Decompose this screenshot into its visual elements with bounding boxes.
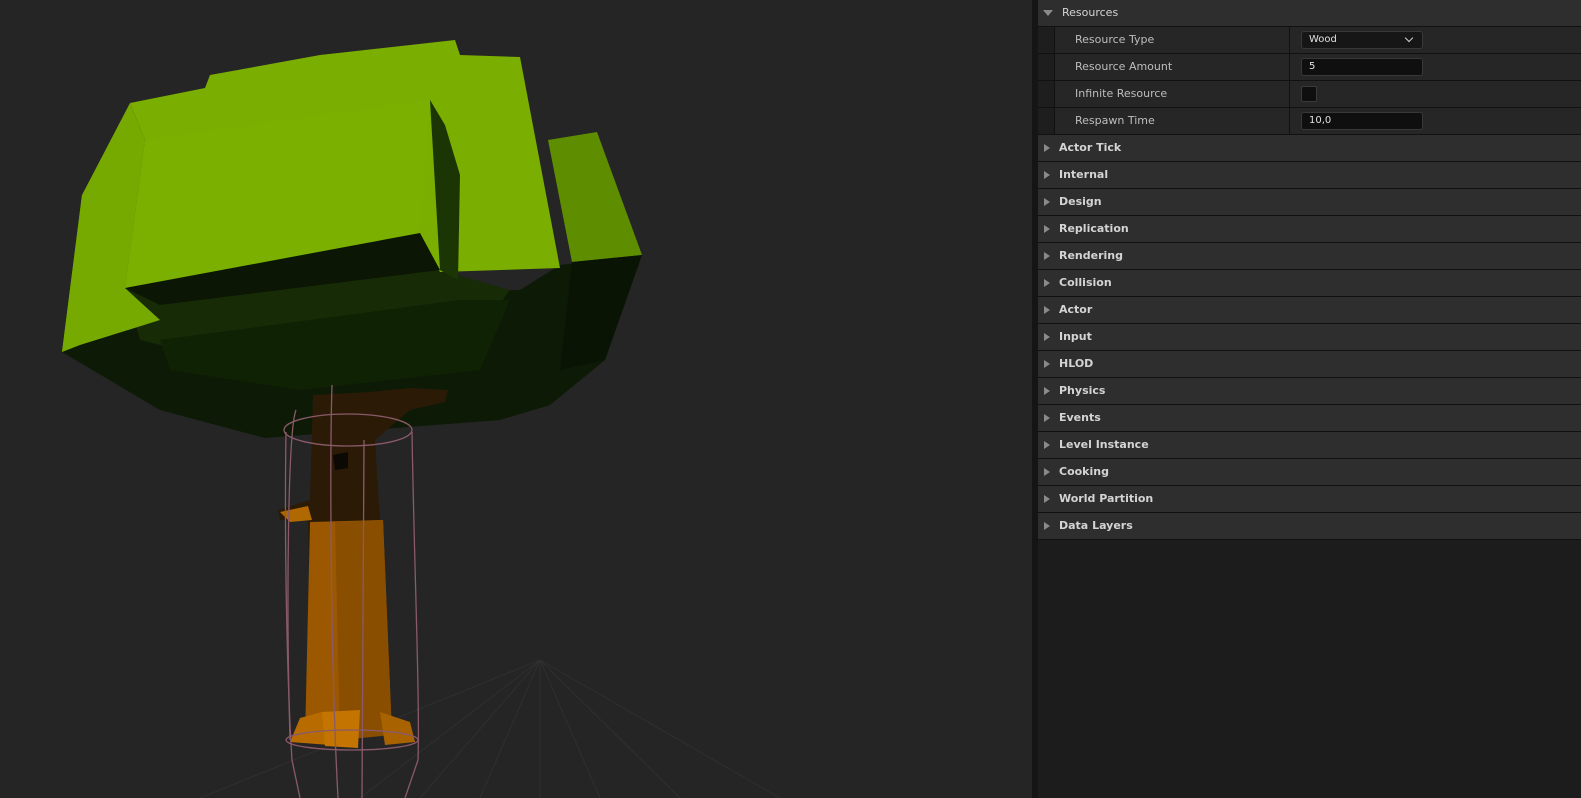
category-events[interactable]: Events [1038, 405, 1581, 432]
category-label: Data Layers [1059, 519, 1133, 532]
resource-type-dropdown[interactable]: Wood [1301, 31, 1423, 49]
property-name: Resource Type [1075, 33, 1155, 46]
property-name: Infinite Resource [1075, 87, 1168, 100]
column-divider[interactable] [1289, 81, 1290, 107]
row-indent [1038, 54, 1055, 80]
category-label: Level Instance [1059, 438, 1149, 451]
category-replication[interactable]: Replication [1038, 216, 1581, 243]
expand-arrow-icon[interactable] [1043, 10, 1053, 16]
category-world-partition[interactable]: World Partition [1038, 486, 1581, 513]
respawn-time-input[interactable]: 10,0 [1301, 112, 1423, 130]
category-label: Events [1059, 411, 1101, 424]
column-divider[interactable] [1289, 108, 1290, 134]
category-physics[interactable]: Physics [1038, 378, 1581, 405]
expand-arrow-icon[interactable] [1044, 225, 1050, 233]
category-label: Resources [1062, 6, 1119, 19]
category-internal[interactable]: Internal [1038, 162, 1581, 189]
category-label: World Partition [1059, 492, 1154, 505]
category-data-layers[interactable]: Data Layers [1038, 513, 1581, 540]
category-design[interactable]: Design [1038, 189, 1581, 216]
chevron-down-icon [1404, 33, 1414, 43]
category-label: Input [1059, 330, 1092, 343]
category-actor[interactable]: Actor [1038, 297, 1581, 324]
expand-arrow-icon[interactable] [1044, 495, 1050, 503]
property-resource-type: Resource Type Wood [1038, 27, 1581, 54]
dropdown-value: Wood [1309, 34, 1337, 45]
category-label: Rendering [1059, 249, 1123, 262]
category-label: Internal [1059, 168, 1109, 181]
tree-canopy [62, 40, 642, 438]
row-indent [1038, 27, 1055, 53]
expand-arrow-icon[interactable] [1044, 144, 1050, 152]
tree-mesh-preview [62, 40, 781, 798]
infinite-resource-checkbox[interactable] [1301, 86, 1317, 102]
property-resource-amount: Resource Amount 5 [1038, 54, 1581, 81]
property-name: Respawn Time [1075, 114, 1155, 127]
expand-arrow-icon[interactable] [1044, 360, 1050, 368]
expand-arrow-icon[interactable] [1044, 171, 1050, 179]
column-divider[interactable] [1289, 27, 1290, 53]
expand-arrow-icon[interactable] [1044, 333, 1050, 341]
property-respawn-time: Respawn Time 10,0 [1038, 108, 1581, 135]
category-level-instance[interactable]: Level Instance [1038, 432, 1581, 459]
category-resources[interactable]: Resources [1038, 0, 1581, 27]
column-divider[interactable] [1289, 54, 1290, 80]
category-input[interactable]: Input [1038, 324, 1581, 351]
property-name: Resource Amount [1075, 60, 1173, 73]
details-panel: Resources Resource Type Wood Resource Am… [1038, 0, 1581, 798]
category-label: Design [1059, 195, 1102, 208]
expand-arrow-icon[interactable] [1044, 414, 1050, 422]
category-actor-tick[interactable]: Actor Tick [1038, 135, 1581, 162]
category-cooking[interactable]: Cooking [1038, 459, 1581, 486]
level-viewport[interactable] [0, 0, 1032, 798]
category-label: HLOD [1059, 357, 1094, 370]
row-indent [1038, 108, 1055, 134]
category-label: Actor Tick [1059, 141, 1122, 154]
expand-arrow-icon[interactable] [1044, 441, 1050, 449]
category-hlod[interactable]: HLOD [1038, 351, 1581, 378]
expand-arrow-icon[interactable] [1044, 522, 1050, 530]
category-collision[interactable]: Collision [1038, 270, 1581, 297]
expand-arrow-icon[interactable] [1044, 252, 1050, 260]
expand-arrow-icon[interactable] [1044, 279, 1050, 287]
expand-arrow-icon[interactable] [1044, 468, 1050, 476]
floor-grid [199, 659, 781, 798]
row-indent [1038, 81, 1055, 107]
expand-arrow-icon[interactable] [1044, 387, 1050, 395]
category-label: Collision [1059, 276, 1112, 289]
category-label: Cooking [1059, 465, 1109, 478]
category-label: Physics [1059, 384, 1106, 397]
expand-arrow-icon[interactable] [1044, 198, 1050, 206]
expand-arrow-icon[interactable] [1044, 306, 1050, 314]
category-label: Replication [1059, 222, 1129, 235]
property-infinite-resource: Infinite Resource [1038, 81, 1581, 108]
resource-amount-input[interactable]: 5 [1301, 58, 1423, 76]
category-label: Actor [1059, 303, 1093, 316]
category-rendering[interactable]: Rendering [1038, 243, 1581, 270]
